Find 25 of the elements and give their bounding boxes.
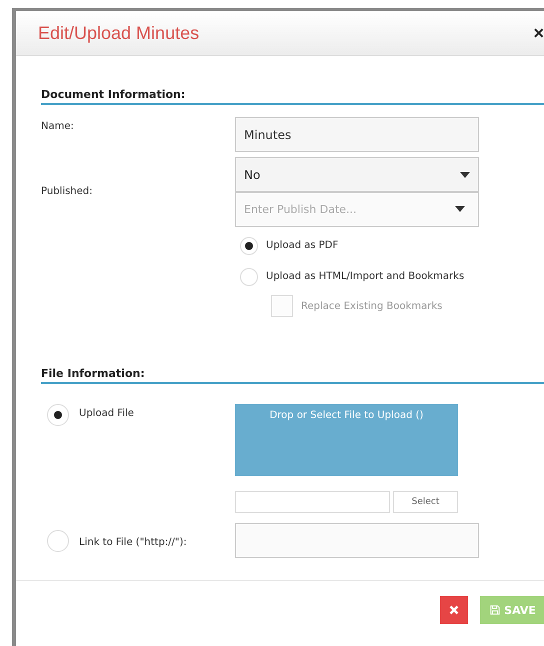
link-field[interactable] bbox=[235, 523, 479, 558]
section-heading: File Information: bbox=[41, 367, 544, 384]
field-label: Published: bbox=[41, 185, 94, 199]
caret-icon bbox=[460, 172, 470, 178]
file-name-field[interactable] bbox=[235, 491, 390, 513]
date-dropdown[interactable]: Enter Publish Date... bbox=[235, 192, 479, 227]
section-heading: Document Information: bbox=[41, 88, 544, 105]
published-dropdown[interactable]: No bbox=[235, 157, 479, 192]
option-label: Upload as HTML/Import and Bookmarks bbox=[266, 271, 464, 282]
radio-button[interactable] bbox=[47, 530, 69, 552]
dialog-title: Edit/Upload Minutes bbox=[38, 22, 200, 44]
select-button[interactable]: Select bbox=[393, 491, 458, 513]
close-button[interactable]: × bbox=[533, 22, 544, 44]
radio-button[interactable] bbox=[240, 268, 258, 286]
caret-icon bbox=[455, 206, 465, 212]
radio-button[interactable] bbox=[240, 236, 258, 254]
checkbox-label: Replace Existing Bookmarks bbox=[301, 300, 442, 312]
cancel-button[interactable] bbox=[440, 596, 468, 624]
close-icon bbox=[449, 605, 459, 615]
radio-button[interactable] bbox=[47, 404, 69, 426]
option-label: Link to File ("http://"): bbox=[79, 536, 187, 548]
option-label: Upload File bbox=[79, 407, 134, 419]
name-field[interactable]: Minutes bbox=[235, 117, 479, 152]
field-label: Name: bbox=[41, 120, 75, 134]
option-label: Upload as PDF bbox=[266, 240, 338, 251]
